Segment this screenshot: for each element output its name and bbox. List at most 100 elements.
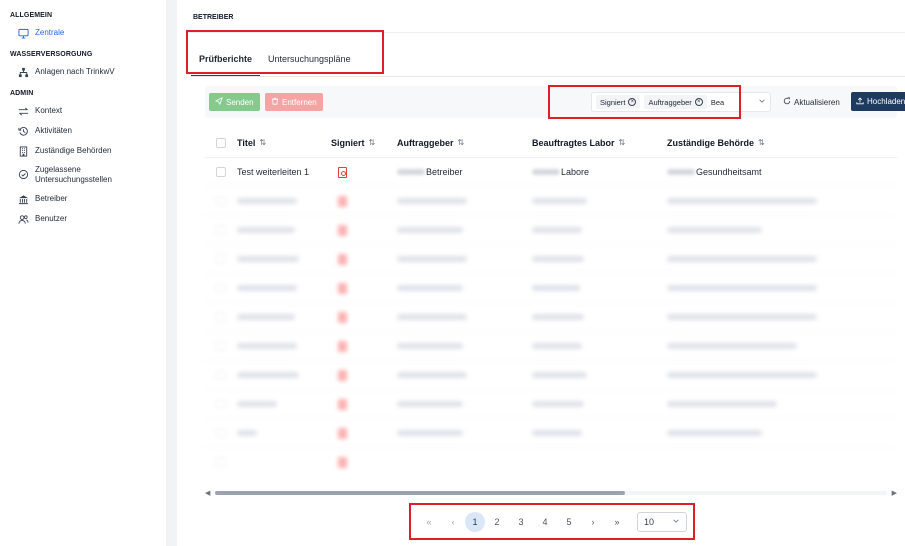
select-all-checkbox[interactable] bbox=[216, 137, 226, 148]
sort-icon[interactable]: ⇅ bbox=[458, 138, 465, 147]
row-checkbox[interactable] bbox=[216, 225, 226, 235]
last-page-button[interactable]: » bbox=[605, 512, 629, 532]
swap-icon bbox=[17, 105, 29, 117]
row-checkbox[interactable] bbox=[216, 312, 226, 322]
page-button-4[interactable]: 4 bbox=[533, 512, 557, 532]
chevron-down-icon bbox=[672, 517, 680, 527]
redacted-prefix bbox=[667, 169, 695, 175]
table-row[interactable] bbox=[205, 360, 897, 389]
scroll-right-icon[interactable]: ▶ bbox=[892, 489, 897, 497]
send-button[interactable]: Senden bbox=[209, 93, 260, 111]
row-checkbox[interactable] bbox=[216, 428, 226, 438]
pdf-icon[interactable] bbox=[338, 282, 347, 294]
sort-icon[interactable]: ⇅ bbox=[758, 138, 765, 147]
pdf-icon[interactable] bbox=[338, 427, 347, 439]
col-header-auftraggeber[interactable]: Auftraggeber ⇅ bbox=[397, 138, 532, 148]
pdf-icon[interactable] bbox=[338, 224, 347, 236]
sidebar-item-behoerden[interactable]: Zuständige Behörden bbox=[0, 141, 166, 161]
page-button-3[interactable]: 3 bbox=[509, 512, 533, 532]
rows-per-page-select[interactable]: 10 bbox=[637, 512, 687, 532]
cell-titel bbox=[237, 285, 331, 291]
table-row[interactable] bbox=[205, 244, 897, 273]
next-page-button[interactable]: › bbox=[581, 512, 605, 532]
pdf-icon[interactable] bbox=[338, 398, 347, 410]
page-button-2[interactable]: 2 bbox=[485, 512, 509, 532]
sort-icon[interactable]: ⇅ bbox=[619, 138, 626, 147]
pdf-icon[interactable] bbox=[338, 340, 347, 352]
page-button-5[interactable]: 5 bbox=[557, 512, 581, 532]
scroll-left-icon[interactable]: ◀ bbox=[205, 489, 210, 497]
cell-auftraggeber: Betreiber bbox=[397, 167, 532, 177]
row-checkbox[interactable] bbox=[216, 370, 226, 380]
pdf-icon[interactable] bbox=[338, 456, 347, 468]
prev-page-button[interactable]: ‹ bbox=[441, 512, 465, 532]
table-row[interactable]: Test weiterleiten 1 Betreiber Labore Ges… bbox=[205, 157, 897, 186]
check-circle-icon bbox=[17, 168, 29, 180]
pdf-icon[interactable] bbox=[338, 369, 347, 381]
sidebar-item-betreiber[interactable]: Betreiber bbox=[0, 189, 166, 209]
col-header-titel[interactable]: Titel ⇅ bbox=[237, 138, 331, 148]
column-filter-select[interactable]: Signiert × Auftraggeber × Bea bbox=[591, 92, 771, 112]
cell-behoerde bbox=[667, 285, 887, 291]
close-icon[interactable]: × bbox=[628, 98, 637, 106]
col-header-labor[interactable]: Beauftragtes Labor ⇅ bbox=[532, 138, 667, 148]
table-row[interactable] bbox=[205, 215, 897, 244]
tab-pruefberichte[interactable]: Prüfberichte bbox=[191, 46, 261, 76]
close-icon[interactable]: × bbox=[694, 98, 703, 106]
table-row[interactable] bbox=[205, 389, 897, 418]
chevron-down-icon[interactable] bbox=[758, 97, 766, 107]
table-row[interactable] bbox=[205, 331, 897, 360]
redacted-text bbox=[237, 256, 299, 262]
sort-icon[interactable]: ⇅ bbox=[259, 138, 266, 147]
table-row[interactable] bbox=[205, 186, 897, 215]
sort-icon[interactable]: ⇅ bbox=[369, 138, 376, 147]
pdf-icon[interactable] bbox=[338, 166, 347, 178]
row-checkbox[interactable] bbox=[216, 196, 226, 206]
row-checkbox[interactable] bbox=[216, 254, 226, 264]
filter-chip-auftraggeber[interactable]: Auftraggeber × bbox=[644, 95, 707, 109]
refresh-button[interactable]: Aktualisieren bbox=[783, 93, 840, 111]
table-row[interactable] bbox=[205, 418, 897, 447]
redacted-text bbox=[667, 343, 797, 349]
row-checkbox[interactable] bbox=[216, 341, 226, 351]
first-page-button[interactable]: « bbox=[417, 512, 441, 532]
row-checkbox[interactable] bbox=[216, 167, 226, 177]
pdf-icon[interactable] bbox=[338, 253, 347, 265]
cell-labor bbox=[532, 256, 667, 262]
page-button-1[interactable]: 1 bbox=[465, 512, 485, 532]
tab-untersuchungsplaene[interactable]: Untersuchungspläne bbox=[260, 46, 359, 76]
row-select-cell bbox=[205, 457, 237, 467]
sidebar-item-benutzer[interactable]: Benutzer bbox=[0, 209, 166, 229]
header-label: Signiert bbox=[331, 137, 365, 148]
col-header-behoerde[interactable]: Zuständige Behörde ⇅ bbox=[667, 138, 887, 148]
cell-labor bbox=[532, 459, 667, 465]
remove-button[interactable]: Entfernen bbox=[265, 93, 323, 111]
sidebar-item-anlagen[interactable]: Anlagen nach TrinkwV bbox=[0, 62, 166, 82]
horizontal-scrollbar[interactable]: ◀ ▶ bbox=[205, 489, 897, 497]
scroll-thumb[interactable] bbox=[215, 491, 625, 495]
table-header: Titel ⇅ Signiert ⇅ Auftraggeber ⇅ Beauftrag… bbox=[205, 128, 897, 157]
sidebar-item-untersuchungsstellen[interactable]: Zugelassene Untersuchungsstellen bbox=[0, 161, 166, 189]
sidebar-item-kontext[interactable]: Kontext bbox=[0, 101, 166, 121]
row-checkbox[interactable] bbox=[216, 457, 226, 467]
redacted-text bbox=[667, 256, 817, 262]
filter-chip-signiert[interactable]: Signiert × bbox=[596, 95, 641, 109]
filter-chip-truncated[interactable]: Bea bbox=[711, 95, 729, 109]
col-header-signiert[interactable]: Signiert ⇅ bbox=[331, 138, 397, 148]
row-checkbox[interactable] bbox=[216, 399, 226, 409]
sidebar-item-zentrale[interactable]: Zentrale bbox=[0, 23, 166, 43]
row-checkbox[interactable] bbox=[216, 283, 226, 293]
redacted-text bbox=[532, 285, 580, 291]
sidebar-item-aktivitaeten[interactable]: Aktivitäten bbox=[0, 121, 166, 141]
pdf-icon[interactable] bbox=[338, 311, 347, 323]
redacted-text bbox=[667, 285, 817, 291]
table-row[interactable] bbox=[205, 273, 897, 302]
upload-button[interactable]: Hochladen bbox=[851, 92, 905, 111]
sidebar: ALLGEMEIN Zentrale WASSERVERSORGUNG Anla… bbox=[0, 0, 166, 546]
pdf-icon[interactable] bbox=[338, 195, 347, 207]
cell-labor bbox=[532, 430, 667, 436]
remove-label: Entfernen bbox=[282, 97, 317, 107]
table-row[interactable] bbox=[205, 302, 897, 331]
cell-signiert bbox=[331, 311, 397, 323]
table-row[interactable] bbox=[205, 447, 897, 476]
